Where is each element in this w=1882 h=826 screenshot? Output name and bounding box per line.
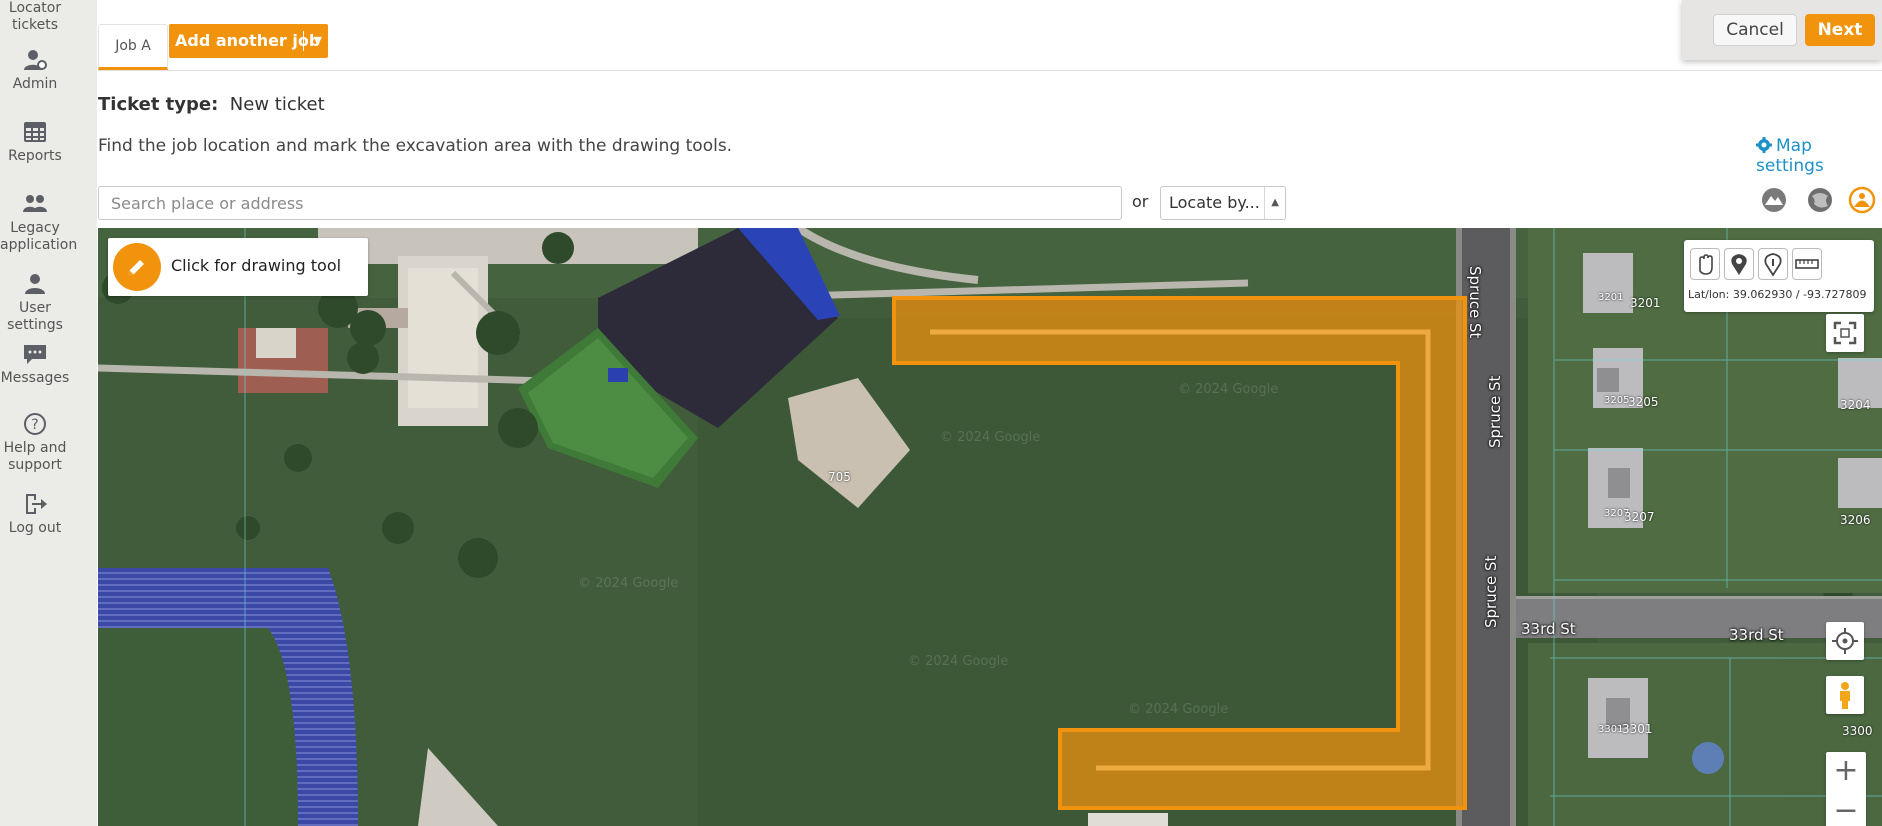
house-number: 3201 <box>1630 296 1661 310</box>
sidebar-item-admin[interactable]: Admin <box>0 48 70 93</box>
admin-user-gear-icon <box>22 48 48 72</box>
sidebar-item-label: Reports <box>8 148 62 164</box>
house-number: 3207 <box>1624 510 1655 524</box>
locate-by-value: Locate by... <box>1169 193 1260 212</box>
map-layer-terrain-icon[interactable] <box>1760 186 1788 214</box>
my-location-icon[interactable] <box>1826 622 1864 660</box>
street-view-pegman-icon[interactable] <box>1826 676 1864 714</box>
sidebar-item-label: User settings <box>7 300 63 333</box>
map-view[interactable]: © 2024 Google © 2024 Google © 2024 Googl… <box>98 228 1882 826</box>
user-icon <box>22 272 48 296</box>
sidebar-item-locator-tickets[interactable]: Locator tickets <box>0 0 70 34</box>
map-watermark: © 2024 Google <box>940 430 1041 445</box>
pencil-icon <box>113 243 161 291</box>
gear-icon <box>1756 137 1772 153</box>
drawing-tool-button[interactable]: Click for drawing tool <box>108 238 368 296</box>
sidebar-item-label: Legacy application <box>0 220 78 253</box>
search-input[interactable] <box>98 186 1122 220</box>
select-arrows-icon: ▲ <box>1264 187 1279 219</box>
people-icon <box>22 192 48 216</box>
fullscreen-icon[interactable] <box>1826 314 1864 352</box>
logout-icon <box>22 492 48 516</box>
street-label-33rd: 33rd St <box>1729 626 1784 644</box>
button-separator <box>303 31 304 51</box>
table-icon <box>22 120 48 144</box>
sidebar-item-reports[interactable]: Reports <box>0 120 70 165</box>
app-root: { "sidebar": { "items": [ {"label": "Loc… <box>0 0 1882 826</box>
zoom-in-button[interactable]: + <box>1826 752 1866 792</box>
sidebar-item-label: Help and support <box>3 440 67 473</box>
add-another-job-button[interactable]: Add another job ▼ <box>169 24 328 58</box>
street-label-spruce: Spruce St <box>1486 375 1504 448</box>
sidebar-item-label: Locator tickets <box>8 0 62 33</box>
house-number: 3206 <box>1840 513 1871 527</box>
map-watermark: © 2024 Google <box>908 654 1009 669</box>
map-watermark: © 2024 Google <box>578 576 679 591</box>
house-number: 3205 <box>1628 395 1659 409</box>
tab-job-a-label: Job A <box>115 38 151 54</box>
latlon-readout: Lat/lon: 39.062930 / -93.727809 <box>1688 288 1867 301</box>
house-number: 3300 <box>1842 724 1873 738</box>
map-toolbox: Lat/lon: 39.062930 / -93.727809 <box>1684 240 1874 312</box>
map-watermark: © 2024 Google <box>1128 702 1229 717</box>
latlon-label: Lat/lon: <box>1688 288 1730 301</box>
sidebar-item-help-and-support[interactable]: ? Help and support <box>0 412 70 474</box>
sidebar-item-label: Admin <box>12 76 58 92</box>
street-label-spruce: Spruce St <box>1466 266 1484 339</box>
ruler-icon[interactable] <box>1792 248 1822 280</box>
house-number: 3204 <box>1840 398 1871 412</box>
add-another-job-label: Add another job <box>175 31 321 50</box>
map-settings-link[interactable]: Map settings <box>1756 136 1882 176</box>
ticket-type: Ticket type: New ticket <box>98 94 325 115</box>
sidebar: Locator tickets Admin Reports Legacy app… <box>0 0 97 826</box>
map-watermark: © 2024 Google <box>1178 382 1279 397</box>
house-number: 3201 <box>1598 292 1624 303</box>
sidebar-item-label: Log out <box>8 520 62 536</box>
question-icon: ? <box>22 412 48 436</box>
house-number: 3205 <box>1604 395 1630 406</box>
sidebar-item-log-out[interactable]: Log out <box>0 492 70 537</box>
drawing-tool-label: Click for drawing tool <box>171 256 342 275</box>
ticket-type-label: Ticket type: <box>98 94 219 115</box>
latlon-value: 39.062930 / -93.727809 <box>1732 288 1867 301</box>
house-number: 3301 <box>1598 724 1624 735</box>
tab-divider <box>98 70 1882 71</box>
next-button[interactable]: Next <box>1805 14 1875 46</box>
map-layer-satellite-icon[interactable] <box>1848 186 1876 214</box>
zoom-out-button[interactable]: − <box>1826 792 1866 826</box>
sidebar-item-user-settings[interactable]: User settings <box>0 272 70 334</box>
marker-pin-icon[interactable] <box>1724 248 1754 280</box>
sidebar-item-messages[interactable]: Messages <box>0 342 70 387</box>
chevron-down-icon[interactable]: ▼ <box>314 24 322 58</box>
ticket-type-value: New ticket <box>229 94 325 115</box>
instructions-text: Find the job location and mark the excav… <box>98 136 733 156</box>
cancel-button[interactable]: Cancel <box>1713 14 1797 46</box>
sidebar-item-label: Messages <box>0 370 70 386</box>
tab-job-a[interactable]: Job A <box>98 24 168 70</box>
street-label-33rd: 33rd St <box>1521 620 1576 638</box>
pan-hand-icon[interactable] <box>1690 248 1720 280</box>
satellite-imagery <box>98 228 1882 826</box>
street-label-spruce: Spruce St <box>1482 555 1500 628</box>
zoom-controls: + − <box>1826 752 1866 826</box>
house-number: 705 <box>828 470 851 484</box>
pin-info-icon[interactable] <box>1758 248 1788 280</box>
house-number: 3301 <box>1622 722 1653 736</box>
svg-text:?: ? <box>31 417 38 433</box>
or-label: or <box>1132 192 1149 211</box>
sidebar-item-legacy-application[interactable]: Legacy application <box>0 192 77 254</box>
chat-icon <box>22 342 48 366</box>
locate-by-select[interactable]: Locate by... ▲ <box>1160 186 1286 220</box>
map-layer-globe-icon[interactable] <box>1806 186 1834 214</box>
